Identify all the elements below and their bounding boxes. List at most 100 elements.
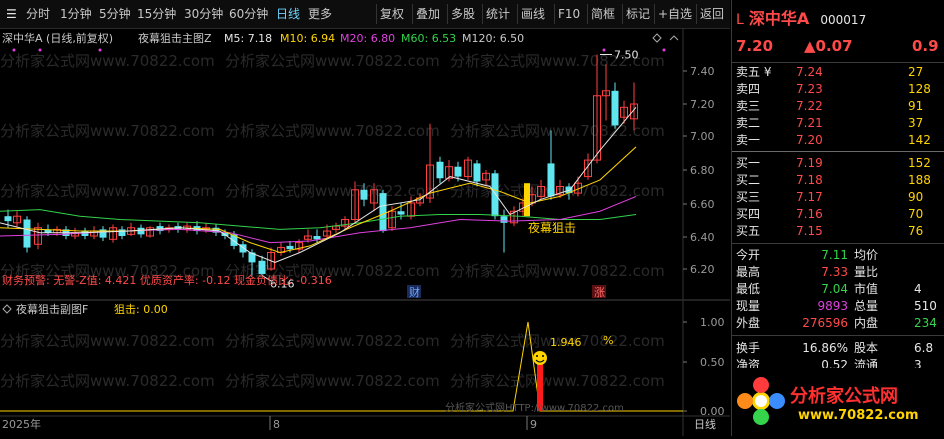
toolbar-btn-5[interactable]: F10 [558,6,580,22]
toolbar-sep [654,4,655,24]
signal-candle [524,183,530,217]
toolbar-btn-2[interactable]: 多股 [451,6,475,22]
chart-title: 深中华A (日线,前复权) [2,31,113,45]
diamond-icon [652,33,662,43]
price-tick-1: 7.20 [690,98,715,111]
marker-dot [98,48,102,52]
orderbook-price: 7.24 [796,65,823,79]
price-change-pct: 0.9 [912,37,939,55]
sell-level-1[interactable]: 卖四 7.23 128 [736,81,944,98]
toolbar-sep [587,4,588,24]
buy-level-1[interactable]: 买二 7.18 188 [736,172,944,189]
watermark-text: 分析家公式网www.70822.com [225,182,440,200]
buy-level-2[interactable]: 买三 7.17 90 [736,189,944,206]
sell-level-4[interactable]: 卖一 7.20 142 [736,132,944,149]
stat-row-3: 现量 9893 总量 510 [736,298,944,315]
period-tab-2[interactable]: 5分钟 [99,6,131,22]
price-tick-3: 6.80 [690,164,715,177]
finance-mark: 财 [409,285,420,299]
indicator-name: 夜幕狙击主图Z [138,31,212,45]
orderbook-level: 卖一 [736,133,761,147]
buy-level-0[interactable]: 买一 7.19 152 [736,155,944,172]
toolbar-btn-6[interactable]: 简框 [591,6,615,22]
stat-row-4: 外盘 276596 内盘 234 [736,315,944,332]
period-tab-0[interactable]: 分时 [26,6,50,22]
toolbar-btn-8[interactable]: +自选 [658,6,692,22]
stat-cell: 7.33 [821,265,848,279]
stat-cell: 510 [914,299,937,313]
stat-cell: 均价 [854,248,879,262]
buy-level-3[interactable]: 买四 7.16 70 [736,206,944,223]
divider [732,335,944,336]
toolbar-btn-4[interactable]: 画线 [521,6,545,22]
price-row: 7.20 ▲0.07 0.9 [736,38,939,55]
orderbook-price: 7.17 [796,190,823,204]
period-tab-6[interactable]: 日线 [276,6,300,22]
orderbook-price: 7.21 [796,116,823,130]
orderbook-volume: 70 [908,207,924,221]
orderbook-price: 7.18 [796,173,823,187]
period-tab-7[interactable]: 更多 [308,6,332,22]
watermark-text: 分析家公式网www.70822.com [0,52,215,70]
toolbar-btn-0[interactable]: 复权 [380,6,404,22]
buy-level-4[interactable]: 买五 7.15 76 [736,223,944,240]
stat-cell: 换手 [736,341,761,355]
candle-body [547,163,555,197]
watermark-text: 分析家公式网www.70822.com [225,122,440,140]
sell-level-2[interactable]: 卖三 7.22 91 [736,98,944,115]
finance-warning: 财务预警: 无警-Z值: 4.421 优质资产率: -0.12 现金负债比: -… [2,273,332,287]
kline-chart-area[interactable]: 分析家公式网www.70822.com 分析家公式网www.70822.com 分析… [0,28,730,436]
stat-row-5: 换手 16.86% 股本 6.8 [736,340,944,357]
sub-chart-value: 狙击: 0.00 [114,303,168,316]
time-label-month9: 9 [530,418,537,431]
candle-body [286,245,294,250]
menu-icon[interactable]: ☰ [6,6,17,22]
stat-row-2: 最低 7.04 市值 4 [736,281,944,298]
candle-body [23,219,31,248]
candle-body [473,163,481,182]
logo-url: www.70822.com [798,408,919,423]
watermark-text: 分析家公式网www.70822.com [225,372,440,390]
toolbar-btn-3[interactable]: 统计 [486,6,510,22]
orderbook-price: 7.16 [796,207,823,221]
smiley-icon [533,351,547,365]
candle-body [491,173,499,217]
watermark-text: 分析家公式网www.70822.com [225,52,440,70]
orderbook-level: 卖四 [736,82,761,96]
period-tab-1[interactable]: 1分钟 [60,6,92,22]
candle-body [454,166,462,177]
candle-body [436,161,444,179]
kline-chart-svg[interactable]: 分析家公式网www.70822.com 分析家公式网www.70822.com 分析… [0,28,730,436]
sell-level-3[interactable]: 卖二 7.21 37 [736,115,944,132]
high-price-label: 7.50 [614,49,639,62]
stock-name: 深中华A [748,9,810,28]
divider [732,62,944,63]
toolbar-btn-1[interactable]: 叠加 [416,6,440,22]
sub-axis-tick-1: 0.50 [700,356,725,369]
orderbook-price: 7.23 [796,82,823,96]
period-tab-5[interactable]: 60分钟 [229,6,268,22]
stat-cell: 今开 [736,248,761,262]
toolbar-btn-7[interactable]: 标记 [626,6,650,22]
toolbar-btn-9[interactable]: 返回 [700,6,724,22]
stat-cell: 量比 [854,265,879,279]
sell-level-0[interactable]: 卖五 ¥ 7.24 27 [736,64,944,81]
orderbook-volume: 91 [908,99,924,113]
stat-cell: 9893 [817,299,848,313]
stat-cell: 276596 [802,316,848,330]
stat-row-0: 今开 7.11 均价 [736,247,944,264]
divider [732,243,944,244]
period-tab-3[interactable]: 15分钟 [137,6,176,22]
marker-dot [38,48,42,52]
ma-label-1: M10: 6.94 [280,32,335,45]
price-tick-6: 6.20 [690,263,715,276]
stat-cell: 7.04 [821,282,848,296]
orderbook-price: 7.19 [796,156,823,170]
orderbook-price: 7.15 [796,224,823,238]
toolbar-sep [447,4,448,24]
peak-label: 1.946 [550,336,582,349]
ma-label-2: M20: 6.80 [340,32,395,45]
candle-body [4,216,12,222]
period-tab-4[interactable]: 30分钟 [184,6,223,22]
collapse-icon [669,35,679,41]
